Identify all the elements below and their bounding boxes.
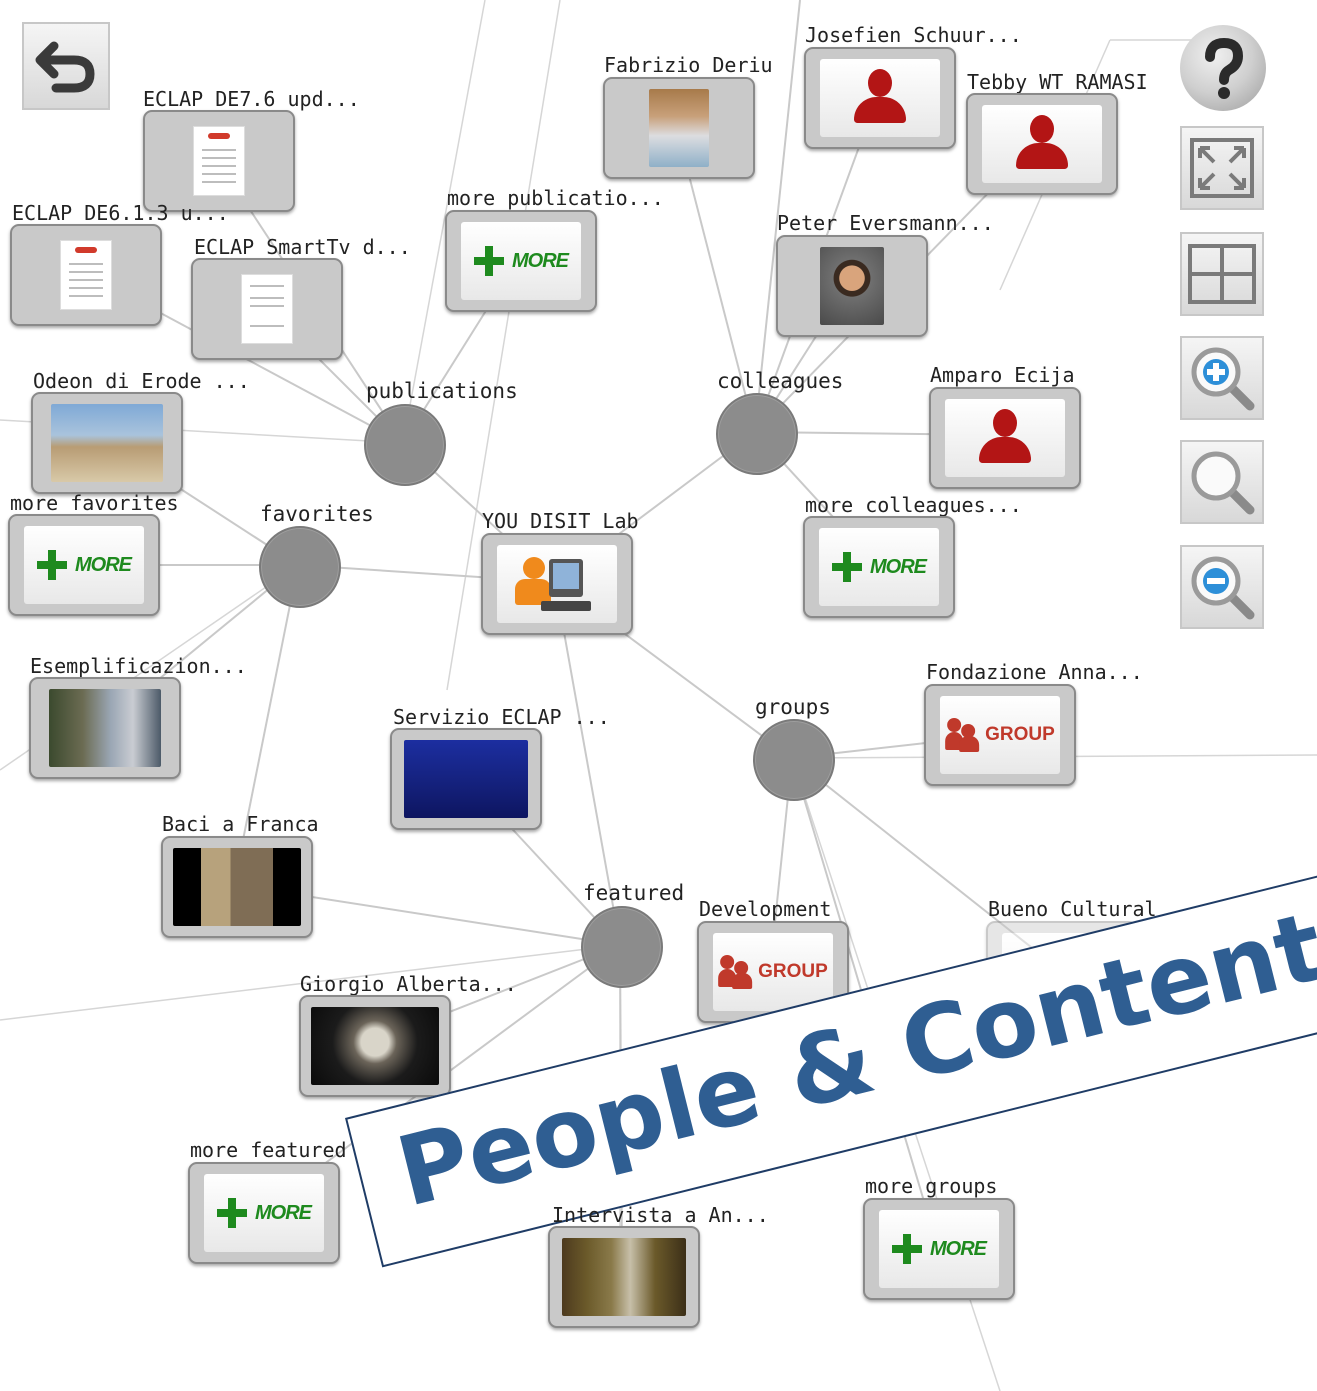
node-odeon[interactable] bbox=[31, 392, 183, 494]
center-label: YOU DISIT Lab bbox=[482, 509, 639, 533]
node-label-odeon: Odeon di Erode ... bbox=[33, 369, 250, 393]
node-label-giorgio: Giorgio Alberta... bbox=[300, 972, 517, 996]
plus-icon bbox=[474, 246, 504, 276]
node-label-peter: Peter Eversmann... bbox=[777, 211, 994, 235]
grid-button[interactable] bbox=[1180, 232, 1264, 316]
group-badge: GROUP bbox=[945, 718, 1055, 752]
person-icon bbox=[850, 69, 910, 127]
node-more-groups[interactable]: MORE bbox=[863, 1198, 1015, 1300]
hub-label-groups: groups bbox=[755, 695, 831, 719]
grid-icon bbox=[1188, 244, 1256, 304]
node-label-eclap-de76: ECLAP DE7.6 upd... bbox=[143, 87, 360, 111]
plus-icon bbox=[37, 550, 67, 580]
hub-label-favorites: favorites bbox=[260, 502, 374, 526]
node-josefien[interactable] bbox=[804, 47, 956, 149]
node-more-publications[interactable]: MORE bbox=[445, 210, 597, 312]
more-badge: MORE bbox=[217, 1198, 312, 1228]
more-badge: MORE bbox=[832, 552, 927, 582]
node-label-development: Development bbox=[699, 897, 832, 921]
node-amparo[interactable] bbox=[929, 387, 1081, 489]
person-icon bbox=[975, 409, 1035, 467]
node-label-josefien: Josefien Schuur... bbox=[805, 23, 1022, 47]
person-photo bbox=[820, 247, 884, 325]
node-fabrizio[interactable] bbox=[603, 77, 755, 179]
plus-icon bbox=[892, 1234, 922, 1264]
landscape-photo bbox=[51, 404, 163, 482]
undo-arrow-icon bbox=[35, 41, 95, 93]
node-baci[interactable] bbox=[161, 836, 313, 938]
node-tebby[interactable] bbox=[966, 93, 1118, 195]
zoom-reset-button[interactable] bbox=[1180, 440, 1264, 524]
node-label-more-groups: more groups bbox=[865, 1174, 998, 1198]
hub-featured[interactable] bbox=[581, 906, 663, 988]
node-label-baci: Baci a Franca bbox=[162, 812, 319, 836]
more-badge: MORE bbox=[474, 246, 569, 276]
node-label-fabrizio: Fabrizio Deriu bbox=[604, 53, 773, 77]
node-label-more-featured: more featured bbox=[190, 1138, 347, 1162]
group-people-icon bbox=[718, 955, 754, 989]
node-eclap-smarttv[interactable] bbox=[191, 258, 343, 360]
user-workstation-icon bbox=[497, 545, 617, 623]
node-eclap-de76[interactable] bbox=[143, 110, 295, 212]
node-label-eclap-de613: ECLAP DE6.1.3 u... bbox=[12, 201, 229, 225]
video-thumbnail bbox=[562, 1238, 686, 1316]
node-label-more-colleagues: more colleagues... bbox=[805, 493, 1022, 517]
plus-icon bbox=[217, 1198, 247, 1228]
fit-to-screen-icon bbox=[1190, 138, 1254, 198]
video-thumbnail bbox=[49, 689, 161, 767]
node-label-fondazione: Fondazione Anna... bbox=[926, 660, 1143, 684]
plus-icon bbox=[832, 552, 862, 582]
node-label-intervista: Intervista a An... bbox=[552, 1203, 769, 1227]
zoom-out-button[interactable] bbox=[1180, 545, 1264, 629]
node-more-favorites[interactable]: MORE bbox=[8, 514, 160, 616]
node-label-servizio: Servizio ECLAP ... bbox=[393, 705, 610, 729]
presentation-thumbnail bbox=[404, 740, 528, 818]
video-thumbnail bbox=[311, 1007, 439, 1085]
back-button[interactable] bbox=[22, 22, 110, 110]
zoom-out-icon bbox=[1191, 556, 1255, 620]
hub-groups[interactable] bbox=[753, 719, 835, 801]
node-esemplificazion[interactable] bbox=[29, 677, 181, 779]
hub-publications[interactable] bbox=[364, 404, 446, 486]
node-label-more-publications: more publicatio... bbox=[447, 186, 664, 210]
hub-favorites[interactable] bbox=[259, 526, 341, 608]
hub-colleagues[interactable] bbox=[716, 393, 798, 475]
node-more-featured[interactable]: MORE bbox=[188, 1162, 340, 1264]
node-more-colleagues[interactable]: MORE bbox=[803, 516, 955, 618]
group-badge: GROUP bbox=[718, 955, 828, 989]
document-thumbnail bbox=[26, 236, 146, 314]
hub-label-publications: publications bbox=[366, 379, 518, 403]
node-eclap-de613[interactable] bbox=[10, 224, 162, 326]
zoom-in-icon bbox=[1191, 347, 1255, 411]
node-label-amparo: Amparo Ecija bbox=[930, 363, 1075, 387]
node-label-esemplificazion: Esemplificazion... bbox=[30, 654, 247, 678]
hub-label-colleagues: colleagues bbox=[717, 369, 844, 393]
zoom-in-button[interactable] bbox=[1180, 336, 1264, 420]
more-badge: MORE bbox=[37, 550, 132, 580]
node-servizio[interactable] bbox=[390, 728, 542, 830]
fit-to-screen-button[interactable] bbox=[1180, 126, 1264, 210]
question-mark-icon bbox=[1205, 37, 1244, 99]
person-icon bbox=[1012, 115, 1072, 173]
node-peter[interactable] bbox=[776, 235, 928, 337]
video-thumbnail bbox=[173, 848, 301, 926]
node-fondazione[interactable]: GROUP bbox=[924, 684, 1076, 786]
center-node[interactable] bbox=[481, 533, 633, 635]
more-badge: MORE bbox=[892, 1234, 987, 1264]
group-people-icon bbox=[945, 718, 981, 752]
node-giorgio[interactable] bbox=[299, 995, 451, 1097]
node-label-eclap-smarttv: ECLAP SmartTv d... bbox=[194, 235, 411, 259]
document-thumbnail bbox=[159, 122, 279, 200]
help-button[interactable] bbox=[1180, 25, 1266, 111]
person-photo bbox=[649, 89, 709, 167]
node-label-tebby: Tebby WT RAMASI bbox=[967, 70, 1148, 94]
zoom-reset-icon bbox=[1191, 451, 1255, 515]
node-intervista[interactable] bbox=[548, 1226, 700, 1328]
hub-label-featured: featured bbox=[583, 881, 685, 905]
node-label-more-favorites: more favorites bbox=[10, 491, 179, 515]
document-thumbnail bbox=[207, 270, 327, 348]
